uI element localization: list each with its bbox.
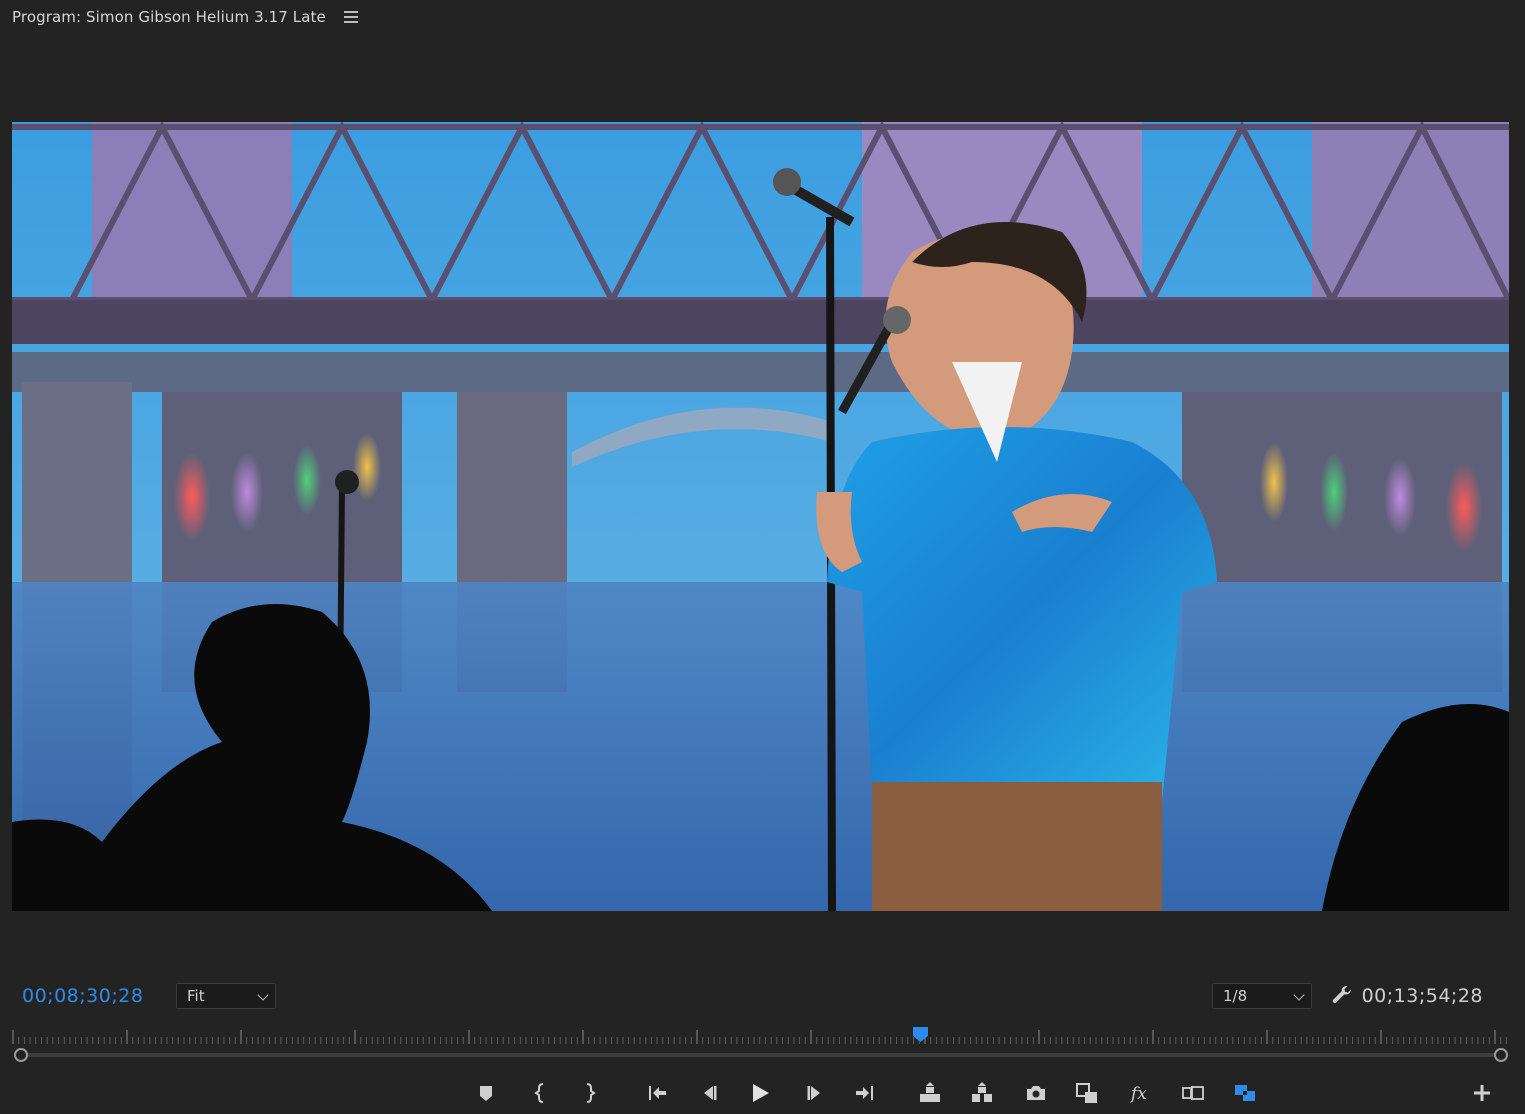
lift-icon[interactable] [915, 1078, 945, 1108]
step-back-icon[interactable] [694, 1078, 724, 1108]
effects-fx-icon[interactable]: fx [1125, 1078, 1155, 1108]
mark-in-icon[interactable] [526, 1078, 556, 1108]
duration-timecode: 00;13;54;28 [1361, 985, 1483, 1007]
zoom-level-select[interactable]: Fit [176, 983, 276, 1009]
playhead-marker[interactable] [912, 1026, 929, 1043]
export-frame-icon[interactable] [1021, 1078, 1051, 1108]
play-icon[interactable] [745, 1078, 775, 1108]
wrench-icon[interactable] [1330, 983, 1356, 1009]
chevron-down-icon [257, 989, 269, 1001]
program-monitor-video[interactable] [12, 122, 1509, 911]
scrollbar-left-handle[interactable] [14, 1048, 28, 1062]
hamburger-menu-icon[interactable] [343, 11, 358, 23]
playback-resolution-value: 1/8 [1223, 987, 1248, 1005]
zoom-scrollbar[interactable] [14, 1048, 1508, 1062]
time-ruler[interactable] [12, 1026, 1509, 1050]
chevron-down-icon [1293, 989, 1305, 1001]
scrollbar-right-handle[interactable] [1494, 1048, 1508, 1062]
panel-header: Program: Simon Gibson Helium 3.17 Late [0, 0, 1525, 34]
zoom-level-value: Fit [187, 987, 205, 1005]
button-editor-plus-icon[interactable] [1467, 1078, 1497, 1108]
playback-resolution-select[interactable]: 1/8 [1212, 983, 1312, 1009]
add-marker-icon[interactable] [471, 1078, 501, 1108]
go-to-out-icon[interactable] [850, 1078, 880, 1108]
scrollbar-track[interactable] [20, 1053, 1502, 1057]
extract-icon[interactable] [967, 1078, 997, 1108]
insert-icon[interactable] [1072, 1078, 1102, 1108]
panel-title: Program: Simon Gibson Helium 3.17 Late [12, 8, 326, 26]
video-frame [12, 122, 1509, 911]
step-forward-icon[interactable] [800, 1078, 830, 1108]
current-timecode[interactable]: 00;08;30;28 [22, 985, 143, 1007]
comparison-view-icon[interactable] [1178, 1078, 1208, 1108]
mark-out-icon[interactable] [574, 1078, 604, 1108]
proxy-toggle-icon[interactable] [1230, 1078, 1260, 1108]
go-to-in-icon[interactable] [642, 1078, 672, 1108]
svg-text:fx: fx [1129, 1084, 1147, 1104]
